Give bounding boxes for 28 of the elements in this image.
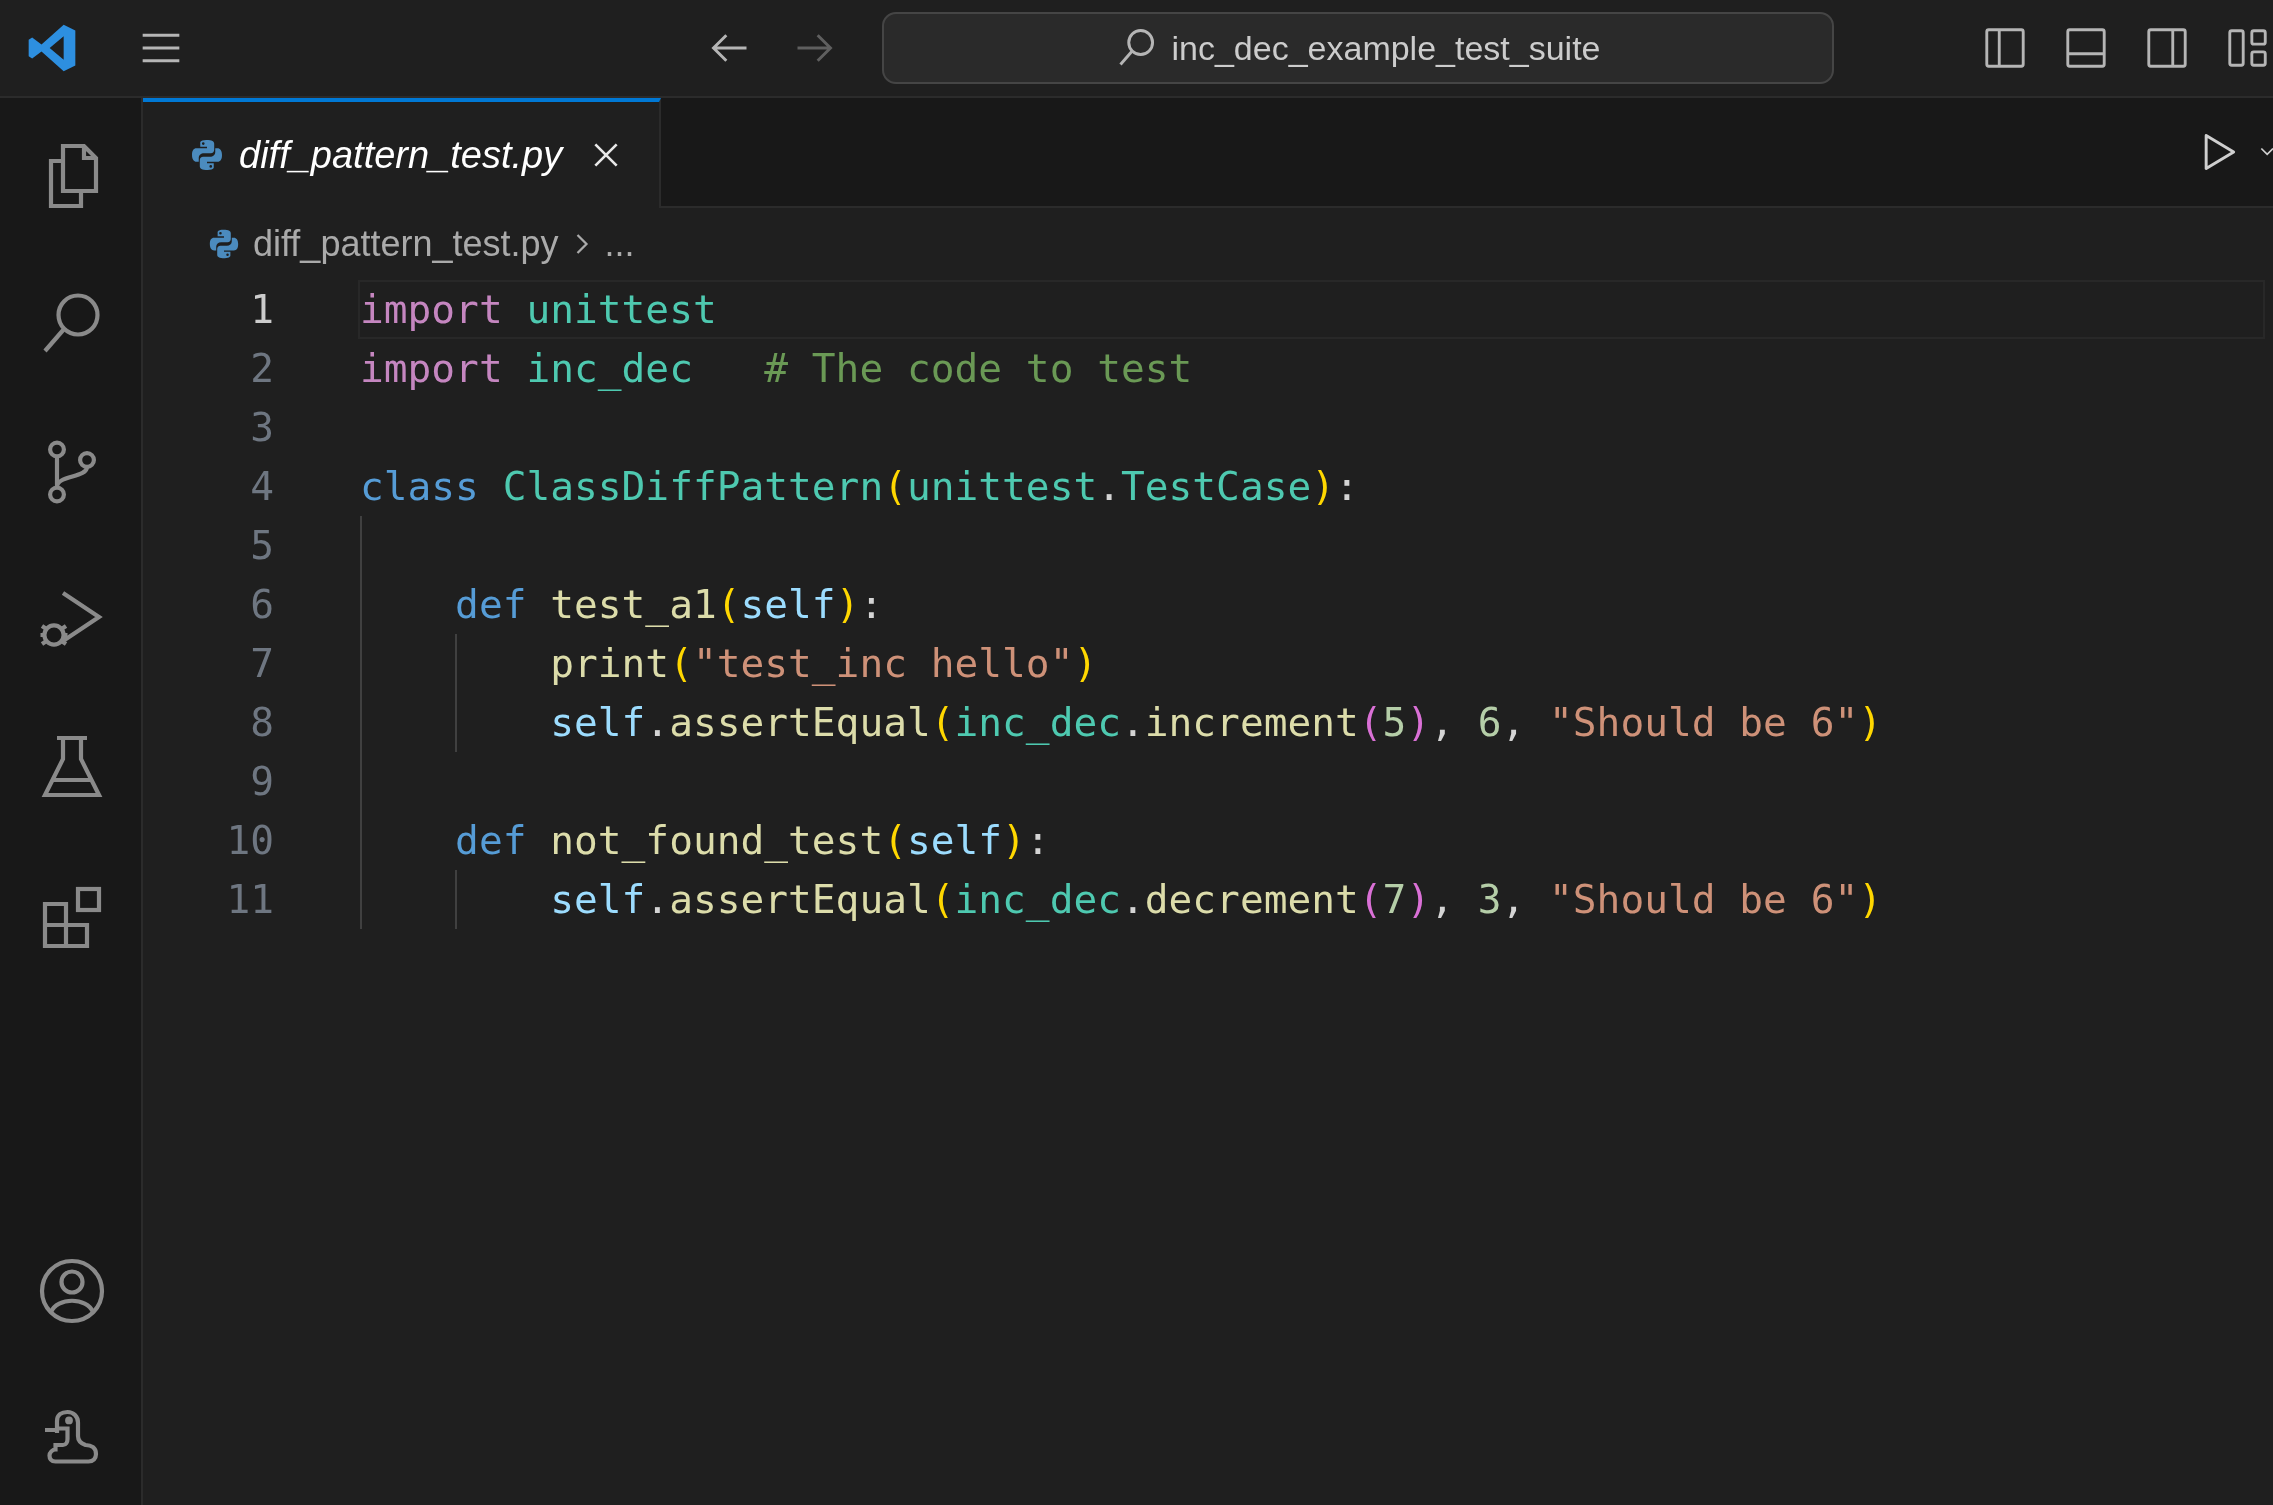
breadcrumb-item[interactable]: ... <box>604 223 635 265</box>
code-line: class ClassDiffPattern(unittest.TestCase): <box>360 463 1359 509</box>
python-file-icon <box>189 137 225 173</box>
python-file-icon <box>207 227 241 261</box>
line-number: 1 <box>249 285 274 334</box>
code-line: def test_a1(self): <box>454 581 884 627</box>
code-line: def not_found_test(self): <box>454 817 1050 863</box>
line-number: 10 <box>225 816 274 865</box>
line-number: 4 <box>249 462 274 511</box>
line-number: 7 <box>249 639 274 688</box>
code-line: self.assertEqual(inc_dec.decrement(7), 3, "Should be 6") <box>549 876 1882 922</box>
left-panel-layout-icon[interactable] <box>1982 25 2028 71</box>
bottom-panel-layout-icon[interactable] <box>2063 25 2109 71</box>
code-line: print("test_inc hello") <box>549 640 1098 686</box>
line-number: 5 <box>249 521 274 570</box>
command-center[interactable]: inc_dec_example_test_suite <box>882 12 1834 84</box>
right-panel-layout-icon[interactable] <box>2144 25 2190 71</box>
editor-tab[interactable]: diff_pattern_test.py <box>143 98 661 208</box>
line-number: 8 <box>249 698 274 747</box>
line-number: 9 <box>249 757 274 806</box>
line-number: 6 <box>249 580 274 629</box>
line-number: 11 <box>225 875 274 924</box>
breadcrumb-item[interactable]: diff_pattern_test.py <box>253 223 559 265</box>
code-line: import inc_dec # The code to test <box>360 345 1193 391</box>
code-line: import unittest <box>360 286 717 332</box>
code-line: self.assertEqual(inc_dec.increment(5), 6, "Should be 6") <box>549 699 1882 745</box>
line-number: 3 <box>249 403 274 452</box>
line-number: 2 <box>249 344 274 393</box>
